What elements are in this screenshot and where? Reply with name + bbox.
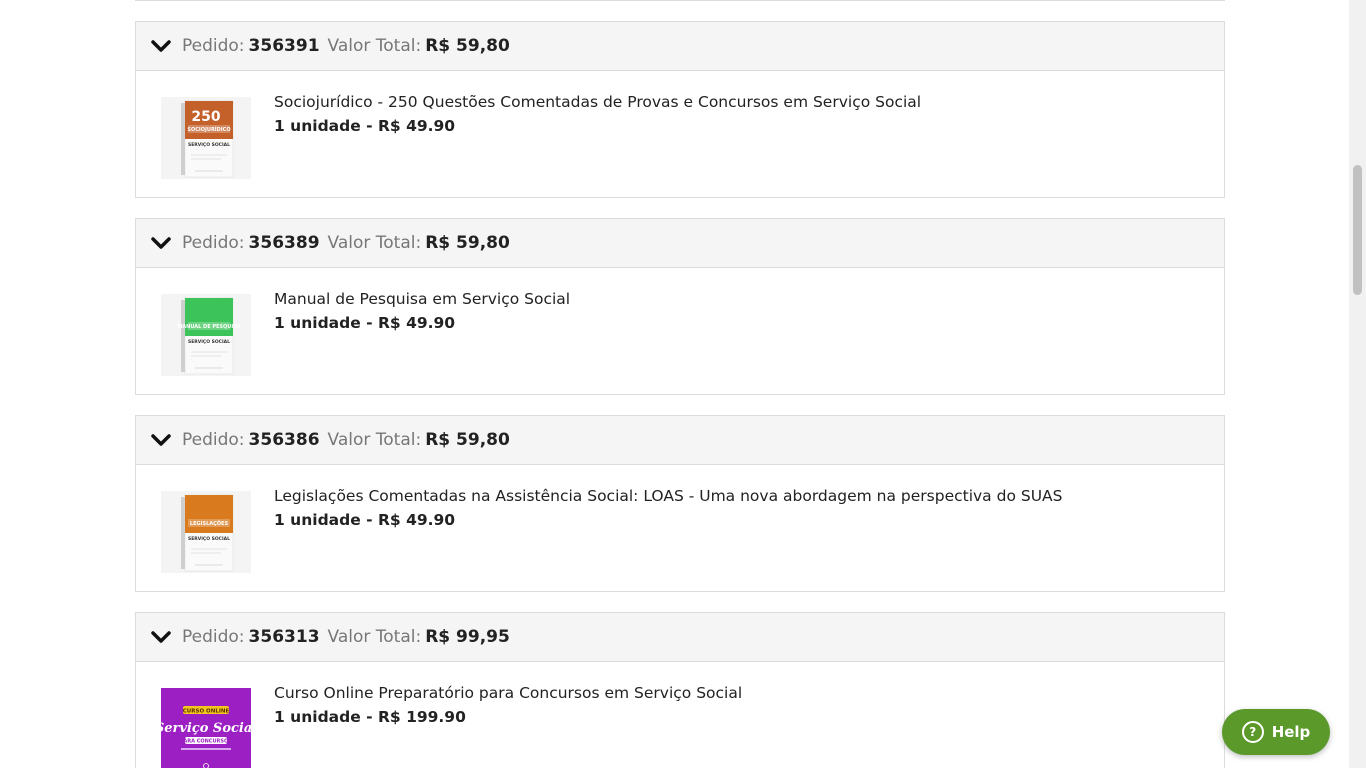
order-card: Pedido: 356389 Valor Total: R$ 59,80 MAN… (135, 218, 1225, 395)
scrollbar-thumb[interactable] (1353, 165, 1362, 295)
course-cover-band: PARA CONCURSOS (180, 739, 232, 745)
order-total-value: R$ 59,80 (425, 233, 510, 253)
order-header-toggle[interactable]: Pedido: 356313 Valor Total: R$ 99,95 (136, 613, 1224, 662)
product-thumbnail[interactable]: CURSO ONLINE Serviço Social PARA CONCURS… (161, 688, 251, 768)
order-number: 356391 (248, 36, 320, 56)
order-header-toggle[interactable]: Pedido: 356386 Valor Total: R$ 59,80 (136, 416, 1224, 465)
book-cover-band: LEGISLAÇÕES (190, 520, 229, 527)
order-card: Pedido: 356391 Valor Total: R$ 59,80 250… (135, 21, 1225, 198)
help-button[interactable]: ? Help (1222, 709, 1330, 755)
product-quantity-price: 1 unidade - R$ 49.90 (274, 117, 456, 135)
order-total-label: Valor Total: (327, 233, 422, 253)
previous-order-card-edge (135, 0, 1225, 1)
product-title[interactable]: Curso Online Preparatório para Concursos… (274, 684, 742, 702)
order-total-value: R$ 59,80 (425, 430, 510, 450)
order-number-label: Pedido: (182, 233, 245, 253)
book-cover-number: 250 (191, 109, 220, 125)
book-cover-sub: SERVIÇO SOCIAL (188, 142, 230, 148)
product-title[interactable]: Manual de Pesquisa em Serviço Social (274, 290, 570, 308)
product-thumbnail[interactable]: 250 SOCIOJURÍDICO SERVIÇO SOCIAL (161, 97, 251, 179)
order-card: Pedido: 356313 Valor Total: R$ 99,95 CUR… (135, 612, 1225, 768)
chevron-down-icon (151, 434, 171, 446)
book-cover-image: LEGISLAÇÕES SERVIÇO SOCIAL (161, 491, 251, 573)
course-cover-tag: CURSO ONLINE (183, 709, 230, 715)
order-total-value: R$ 59,80 (425, 36, 510, 56)
course-cover-script: Serviço Social (161, 721, 251, 736)
book-cover-sub: SERVIÇO SOCIAL (188, 339, 230, 345)
book-cover-sub: SERVIÇO SOCIAL (188, 536, 230, 542)
product-quantity-price: 1 unidade - R$ 49.90 (274, 314, 456, 332)
product-title[interactable]: Legislações Comentadas na Assistência So… (274, 487, 1063, 505)
chevron-down-icon (151, 40, 171, 52)
order-item: CURSO ONLINE Serviço Social PARA CONCURS… (136, 662, 1224, 768)
order-number: 356313 (248, 627, 320, 647)
product-quantity-price: 1 unidade - R$ 49.90 (274, 511, 456, 529)
course-cover-image: CURSO ONLINE Serviço Social PARA CONCURS… (161, 688, 251, 768)
product-title[interactable]: Sociojurídico - 250 Questões Comentadas … (274, 93, 921, 111)
vertical-scrollbar[interactable] (1349, 0, 1366, 768)
chevron-down-icon (151, 631, 171, 643)
book-cover-image: 250 SOCIOJURÍDICO SERVIÇO SOCIAL (161, 97, 251, 179)
order-total-label: Valor Total: (327, 627, 422, 647)
order-number: 356389 (248, 233, 320, 253)
order-header-toggle[interactable]: Pedido: 356391 Valor Total: R$ 59,80 (136, 22, 1224, 71)
order-item: 250 SOCIOJURÍDICO SERVIÇO SOCIAL Socioju… (136, 71, 1224, 197)
book-cover-band: SOCIOJURÍDICO (187, 125, 230, 133)
product-thumbnail[interactable]: MANUAL DE PESQUISA SERVIÇO SOCIAL (161, 294, 251, 376)
order-total-value: R$ 99,95 (425, 627, 510, 647)
product-thumbnail[interactable]: LEGISLAÇÕES SERVIÇO SOCIAL (161, 491, 251, 573)
order-number: 356386 (248, 430, 320, 450)
order-item: MANUAL DE PESQUISA SERVIÇO SOCIAL Manual… (136, 268, 1224, 394)
book-cover-image: MANUAL DE PESQUISA SERVIÇO SOCIAL (161, 294, 251, 376)
order-total-label: Valor Total: (327, 36, 422, 56)
product-quantity-price: 1 unidade - R$ 199.90 (274, 708, 466, 726)
chevron-down-icon (151, 237, 171, 249)
question-circle-icon: ? (1241, 721, 1264, 743)
order-total-label: Valor Total: (327, 430, 422, 450)
order-card: Pedido: 356386 Valor Total: R$ 59,80 LEG… (135, 415, 1225, 592)
order-item: LEGISLAÇÕES SERVIÇO SOCIAL Legislações C… (136, 465, 1224, 591)
book-cover-band: MANUAL DE PESQUISA (177, 324, 240, 330)
order-number-label: Pedido: (182, 430, 245, 450)
order-number-label: Pedido: (182, 627, 245, 647)
help-button-label: Help (1271, 723, 1311, 741)
order-number-label: Pedido: (182, 36, 245, 56)
orders-page: Pedido: 356391 Valor Total: R$ 59,80 250… (0, 0, 1349, 768)
order-header-toggle[interactable]: Pedido: 356389 Valor Total: R$ 59,80 (136, 219, 1224, 268)
